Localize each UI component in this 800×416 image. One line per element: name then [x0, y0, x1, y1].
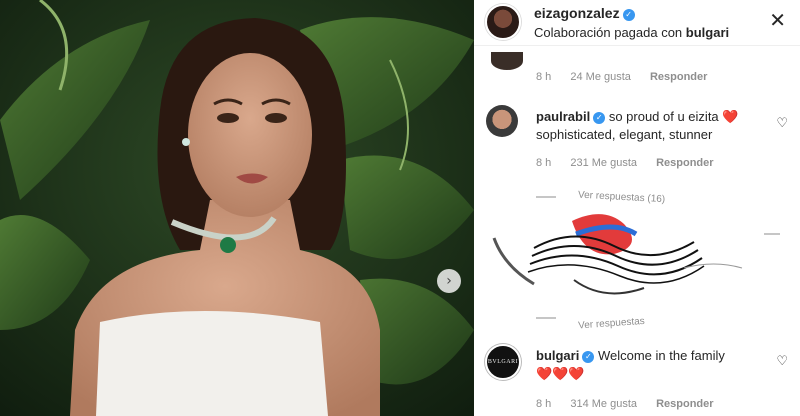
comment-likes[interactable]: 231 Me gusta: [570, 157, 637, 169]
heart-emoji: ❤️: [722, 109, 739, 124]
portrait-image: [0, 0, 474, 416]
avatar[interactable]: [491, 52, 523, 70]
close-icon[interactable]: ✕: [769, 8, 786, 32]
comment-time: 8 h: [536, 71, 552, 83]
comment-text: so proud of u eizita: [608, 109, 719, 124]
avatar[interactable]: [485, 4, 521, 40]
comment-likes[interactable]: 314 Me gusta: [570, 398, 637, 410]
comment-username[interactable]: paulrabil: [536, 109, 590, 124]
reply-button[interactable]: Responder: [650, 71, 707, 83]
partner-brand-link[interactable]: bulgari: [686, 25, 729, 40]
next-photo-button[interactable]: ›: [437, 269, 461, 293]
reply-button[interactable]: Responder: [656, 398, 713, 410]
comment-text-line2: sophisticated, elegant, stunner: [536, 127, 713, 142]
heart-emojis: ❤️❤️❤️: [536, 366, 585, 381]
comment-bulgari: bulgari ✓ Welcome in the family ❤️❤️❤️: [536, 347, 766, 383]
avatar[interactable]: BVLGARI: [485, 344, 521, 380]
like-heart-icon[interactable]: ♡: [776, 354, 788, 369]
paid-partnership-prefix: Colaboración pagada con: [534, 25, 683, 40]
view-replies-link[interactable]: Ver respuestas (16): [578, 190, 666, 206]
verified-badge-icon: ✓: [593, 112, 606, 124]
comment-paulrabil: paulrabil ✓ so proud of u eizita ❤️ sophi…: [536, 108, 766, 144]
comment-likes[interactable]: 24 Me gusta: [570, 71, 631, 83]
verified-badge-icon: ✓: [582, 351, 595, 363]
comment-time: 8 h: [536, 157, 552, 169]
comment-meta: 8 h 231 Me gusta Responder: [536, 157, 730, 169]
chevron-right-icon: ›: [446, 273, 452, 289]
post-header: eizagonzalez ✓ Colaboración pagada con bu…: [474, 0, 800, 46]
view-replies-link-mirrored[interactable]: Ver respuestas: [578, 316, 645, 332]
post-author-username[interactable]: eizagonzalez: [534, 5, 620, 21]
comment-time: 8 h: [536, 398, 552, 410]
post-photo: ›: [0, 0, 474, 416]
distorted-replies-graphic: Ver respuestas (16) Ver respuestas: [492, 190, 780, 332]
comment-meta: 8 h 24 Me gusta Responder: [536, 71, 723, 83]
comment-meta: 8 h 314 Me gusta Responder: [536, 398, 730, 410]
reply-button[interactable]: Responder: [656, 157, 713, 169]
avatar[interactable]: [486, 105, 518, 137]
brand-logo-text: BVLGARI: [487, 359, 519, 365]
like-heart-icon[interactable]: ♡: [776, 116, 788, 131]
comment-text: Welcome in the family: [597, 348, 725, 363]
verified-badge-icon: ✓: [622, 8, 635, 21]
comment-username[interactable]: bulgari: [536, 348, 579, 363]
paid-partnership-label: Colaboración pagada con bulgari: [534, 25, 729, 40]
